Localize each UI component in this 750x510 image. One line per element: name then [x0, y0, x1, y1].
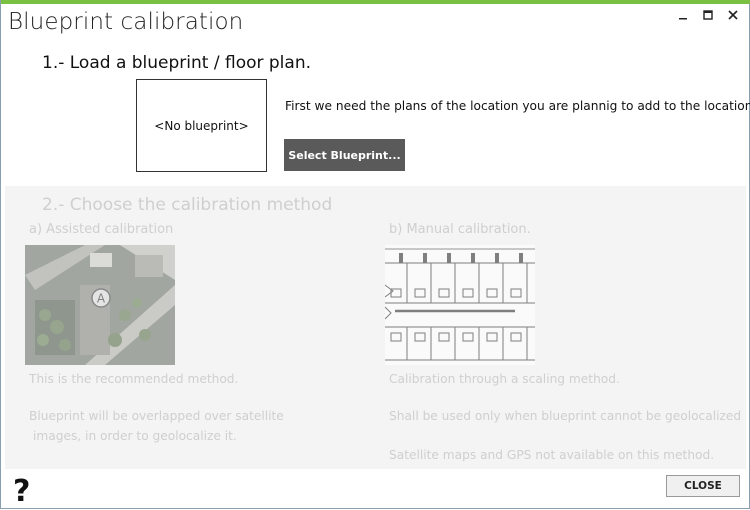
manual-desc-2: Shall be used only when blueprint cannot… — [389, 409, 742, 423]
blueprint-preview: <No blueprint> — [136, 79, 267, 172]
assisted-calibration-label: a) Assisted calibration — [29, 222, 174, 237]
map-marker-label: A — [97, 292, 106, 306]
assisted-desc-1: This is the recommended method. — [29, 372, 239, 386]
close-button[interactable]: CLOSE — [666, 475, 740, 497]
select-blueprint-button[interactable]: Select Blueprint... — [284, 139, 405, 171]
window-title: Blueprint calibration — [8, 9, 244, 35]
accent-bar — [1, 0, 750, 4]
assisted-calibration-image: A — [25, 245, 175, 365]
manual-desc-3: Satellite maps and GPS not available on … — [389, 448, 715, 462]
step1-instruction: First we need the plans of the location … — [285, 99, 750, 113]
manual-desc-1: Calibration through a scaling method. — [389, 372, 620, 386]
step1-heading: 1.- Load a blueprint / floor plan. — [42, 53, 312, 73]
manual-calibration-label: b) Manual calibration. — [389, 222, 531, 237]
dialog-window: Blueprint calibration 1.- Load a bluepri… — [0, 0, 750, 509]
assisted-desc-2a: Blueprint will be overlapped over satell… — [29, 409, 284, 423]
blueprint-placeholder: <No blueprint> — [154, 118, 249, 133]
manual-calibration-image — [384, 245, 535, 365]
assisted-desc-2b: images, in order to geolocalize it. — [33, 429, 237, 443]
help-icon[interactable]: ? — [13, 474, 30, 509]
minimize-icon[interactable] — [673, 8, 693, 24]
close-icon[interactable] — [723, 8, 743, 24]
step2-heading: 2.- Choose the calibration method — [42, 195, 333, 215]
maximize-icon[interactable] — [698, 8, 718, 24]
